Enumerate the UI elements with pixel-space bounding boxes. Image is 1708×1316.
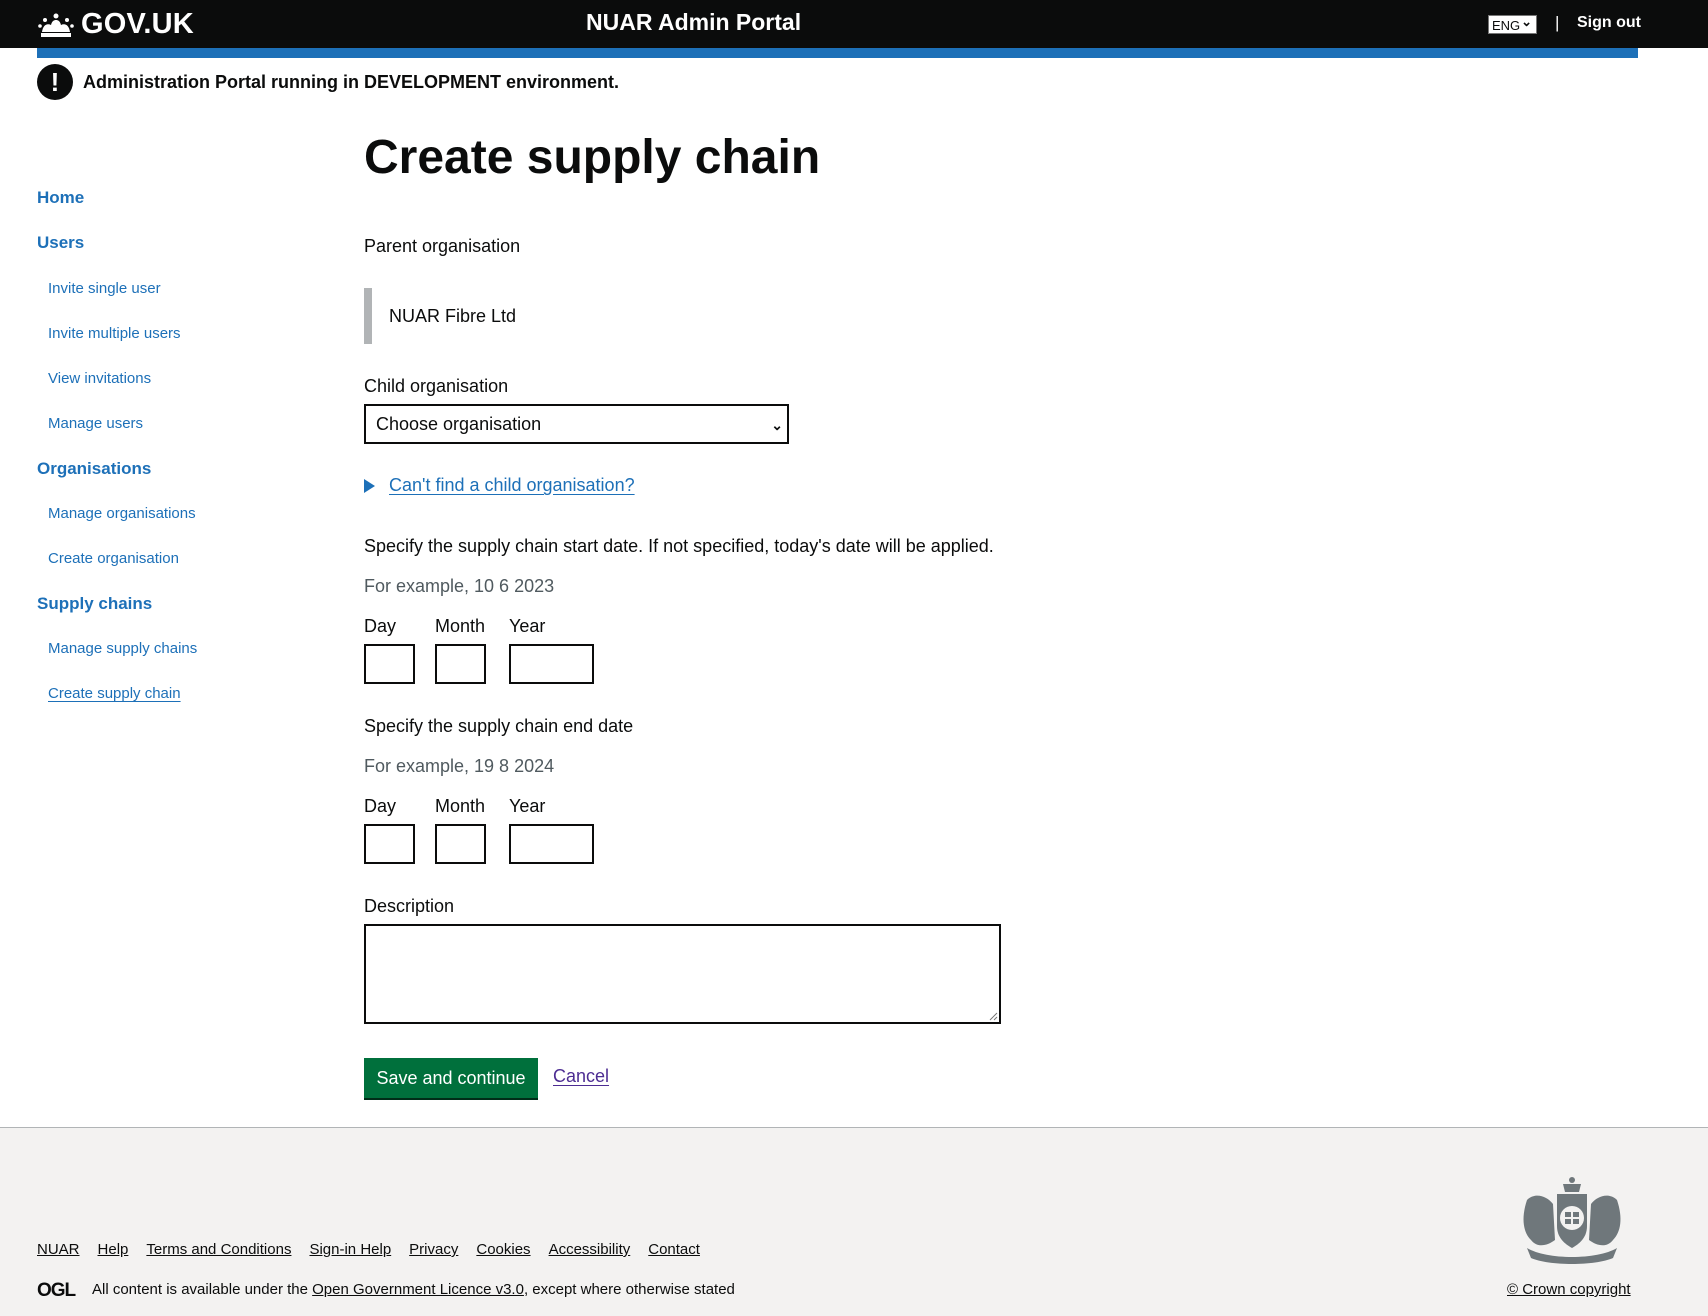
header-blue-bar (37, 48, 1638, 58)
environment-warning: ! Administration Portal running in DEVEL… (37, 64, 619, 100)
start-day-label: Day (364, 616, 397, 636)
licence-suffix: , except where otherwise stated (523, 1281, 735, 1298)
crown-copyright-link[interactable]: © Crown copyright (1507, 1281, 1631, 1298)
start-day-input[interactable] (364, 644, 415, 684)
govuk-logo-text: GOV.UK (81, 8, 194, 40)
warning-icon: ! (37, 64, 73, 100)
start-year-label: Year (509, 616, 546, 636)
footer-links: NUAR Help Terms and Conditions Sign-in H… (37, 1241, 700, 1258)
footer-link-terms[interactable]: Terms and Conditions (146, 1241, 291, 1258)
end-year-input[interactable] (509, 824, 594, 864)
sidebar-item-manage-organisations[interactable]: Manage organisations (48, 505, 196, 522)
start-month-input[interactable] (435, 644, 486, 684)
sidebar-item-invite-multiple-users[interactable]: Invite multiple users (48, 325, 181, 342)
sidebar-item-organisations[interactable]: Organisations (37, 459, 151, 479)
details-triangle-icon (364, 479, 375, 493)
footer-link-contact[interactable]: Contact (648, 1241, 700, 1258)
start-date-label: Specify the supply chain start date. If … (364, 536, 994, 556)
sidebar-item-invite-single-user[interactable]: Invite single user (48, 280, 161, 297)
save-and-continue-button[interactable]: Save and continue (364, 1058, 538, 1098)
footer-link-cookies[interactable]: Cookies (476, 1241, 530, 1258)
language-select-value: ENG (1492, 18, 1521, 33)
service-name-link[interactable]: NUAR Admin Portal (586, 9, 801, 36)
start-year-input[interactable] (509, 644, 594, 684)
govuk-logo-link[interactable]: GOV.UK (37, 8, 194, 41)
open-government-licence-link[interactable]: Open Government Licence v3.0 (312, 1281, 524, 1298)
end-year-label: Year (509, 796, 546, 816)
sidebar-item-manage-supply-chains[interactable]: Manage supply chains (48, 640, 197, 657)
end-month-input[interactable] (435, 824, 486, 864)
site-header: GOV.UK NUAR Admin Portal ENG | Sign out (0, 0, 1708, 48)
crown-icon (38, 13, 74, 37)
warning-text: Administration Portal running in DEVELOP… (83, 71, 620, 92)
sidebar-item-users[interactable]: Users (37, 233, 84, 253)
header-separator: | (1555, 13, 1560, 32)
page-title: Create supply chain (364, 131, 821, 184)
child-organisation-select[interactable]: Choose organisation ⌄ (364, 404, 789, 444)
description-textarea[interactable] (364, 924, 1001, 1024)
start-month-label: Month (435, 616, 486, 636)
end-date-hint: For example, 19 8 2024 (364, 756, 555, 776)
parent-organisation-label: Parent organisation (364, 236, 521, 256)
ogl-logo-icon: OGL (37, 1280, 76, 1301)
footer-link-sign-in-help[interactable]: Sign-in Help (309, 1241, 391, 1258)
parent-organisation-inset: NUAR Fibre Ltd (364, 288, 664, 344)
start-date-hint: For example, 10 6 2023 (364, 576, 555, 596)
end-day-input[interactable] (364, 824, 415, 864)
cancel-link[interactable]: Cancel (553, 1066, 609, 1087)
sidebar-item-manage-users[interactable]: Manage users (48, 415, 143, 432)
end-month-label: Month (435, 796, 486, 816)
sidebar-item-create-organisation[interactable]: Create organisation (48, 550, 179, 567)
sign-out-link[interactable]: Sign out (1577, 14, 1641, 32)
description-label: Description (364, 896, 455, 916)
child-organisation-select-value: Choose organisation (376, 414, 542, 434)
child-organisation-label: Child organisation (364, 376, 509, 396)
chevron-down-icon: ⌄ (771, 417, 783, 433)
cant-find-child-organisation-link[interactable]: Can't find a child organisation? (389, 475, 635, 496)
footer-link-privacy[interactable]: Privacy (409, 1241, 458, 1258)
footer-link-accessibility[interactable]: Accessibility (549, 1241, 631, 1258)
footer-link-nuar[interactable]: NUAR (37, 1241, 80, 1258)
site-footer: NUAR Help Terms and Conditions Sign-in H… (0, 1127, 1708, 1316)
end-date-label: Specify the supply chain end date (364, 716, 634, 736)
sidebar-item-view-invitations[interactable]: View invitations (48, 370, 151, 387)
footer-link-help[interactable]: Help (98, 1241, 129, 1258)
licence-prefix: All content is available under the (92, 1281, 313, 1298)
sidebar-item-supply-chains[interactable]: Supply chains (37, 594, 152, 614)
sidebar-item-home[interactable]: Home (37, 188, 84, 208)
language-select[interactable]: ENG (1488, 12, 1537, 34)
end-day-label: Day (364, 796, 397, 816)
licence-text: All content is available under the Open … (92, 1281, 735, 1298)
royal-coat-of-arms-icon (1523, 1177, 1621, 1264)
sidebar-item-create-supply-chain[interactable]: Create supply chain (48, 685, 181, 702)
parent-organisation-value: NUAR Fibre Ltd (389, 306, 517, 326)
resize-handle-icon[interactable] (988, 1011, 998, 1021)
